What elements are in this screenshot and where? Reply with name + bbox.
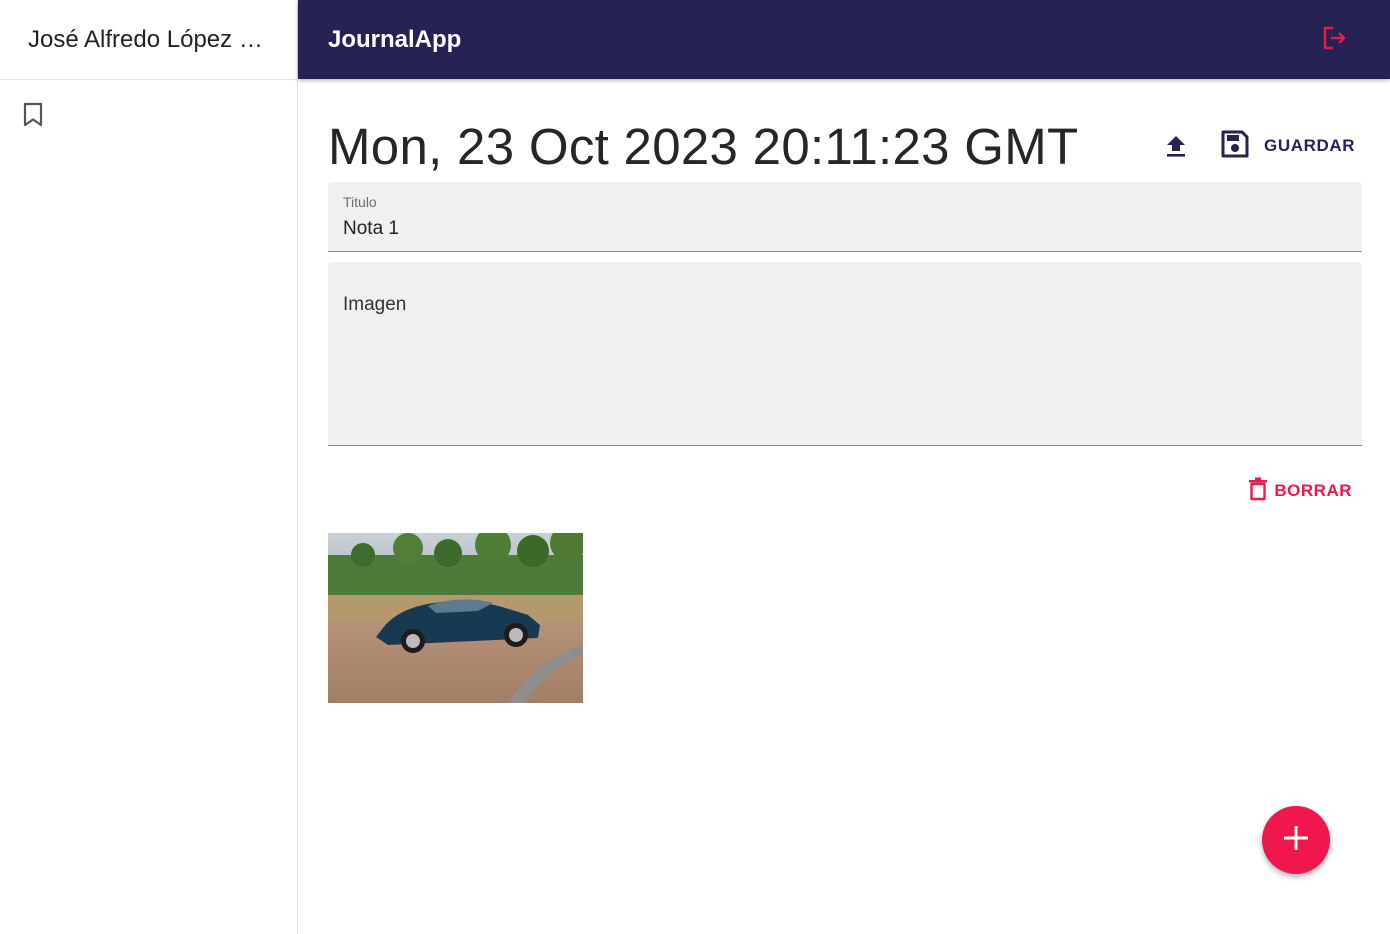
title-label: Titulo <box>343 194 377 210</box>
app-title: JournalApp <box>328 25 462 53</box>
body-field[interactable] <box>328 262 1362 446</box>
plus-icon <box>1283 825 1309 856</box>
delete-label: BORRAR <box>1274 481 1352 500</box>
title-input[interactable] <box>343 216 1343 242</box>
logout-icon[interactable] <box>1318 22 1350 54</box>
sidebar: José Alfredo López Gutiérrez <box>0 0 298 934</box>
trash-icon <box>1248 477 1268 506</box>
sidebar-header: José Alfredo López Gutiérrez <box>0 0 297 80</box>
add-note-button[interactable] <box>1262 806 1330 874</box>
upload-icon[interactable] <box>1160 129 1192 163</box>
note-date: Mon, 23 Oct 2023 20:11:23 GMT <box>328 118 1079 175</box>
save-label: GUARDAR <box>1264 136 1356 155</box>
app-bar: JournalApp <box>298 0 1390 79</box>
note-image[interactable] <box>328 533 583 703</box>
save-button[interactable]: GUARDAR <box>1212 127 1363 165</box>
title-field[interactable]: Titulo <box>328 182 1362 252</box>
user-name: José Alfredo López Gutiérrez <box>28 25 273 53</box>
body-textarea[interactable] <box>343 294 1343 434</box>
save-icon <box>1220 129 1250 164</box>
delete-button[interactable]: BORRAR <box>1248 476 1352 506</box>
bookmark-icon[interactable] <box>20 100 46 130</box>
